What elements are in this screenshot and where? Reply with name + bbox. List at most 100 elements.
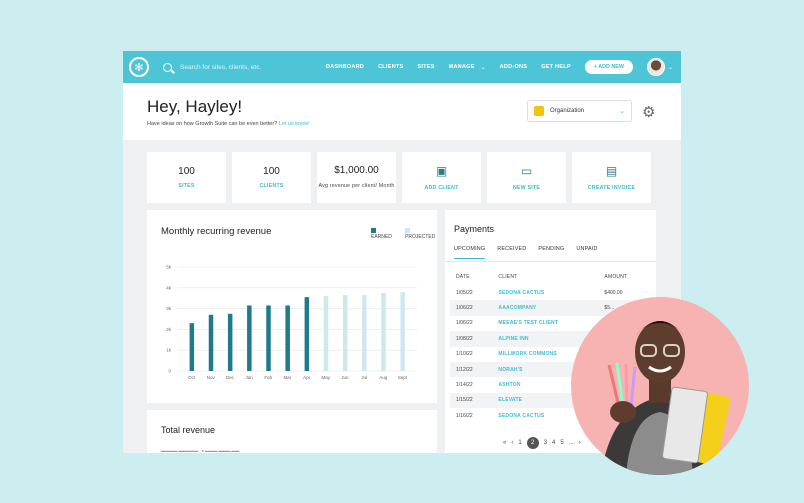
bar-earned[interactable]: [227, 313, 233, 371]
page-2-current[interactable]: 2: [526, 437, 539, 449]
total-revenue-panel: Total revenue ▬▬▬▬ ▬▬▬▬▬ ● ▬▬▬ ▬▬▬ ▬▬: [147, 410, 437, 453]
cell-date: 1/16/22: [456, 412, 473, 419]
gear-icon[interactable]: ⚙: [642, 103, 655, 121]
sites-label: SITES: [178, 183, 195, 189]
add-client-label: ADD CLIENT: [424, 185, 459, 191]
cell-client[interactable]: SEDONA CACTUS: [492, 285, 598, 300]
cell-date: 1/06/22: [456, 320, 473, 327]
bar-earned[interactable]: [247, 305, 252, 371]
main-nav: DASHBOARD CLIENTS SITES MANAGE ⌄ ADD-ONS …: [326, 60, 633, 74]
nav-dashboard[interactable]: DASHBOARD: [326, 64, 364, 70]
page-header: Hey, Hayley! Have ideas on how Growth Su…: [123, 83, 681, 140]
avatar[interactable]: [646, 58, 665, 76]
chevron-down-icon: ⌄: [480, 64, 486, 71]
browser-window-icon: ▭: [520, 164, 533, 178]
total-revenue-summary: ▬▬▬▬ ▬▬▬▬▬ ● ▬▬▬ ▬▬▬ ▬▬: [161, 448, 240, 453]
x-tick-label: Nov: [207, 375, 216, 380]
clients-card[interactable]: 100 CLIENTS: [232, 152, 311, 203]
nav-manage[interactable]: MANAGE ⌄: [449, 64, 486, 71]
search-input[interactable]: [180, 63, 310, 71]
page-5[interactable]: 5: [560, 440, 563, 446]
bar-projected[interactable]: [323, 296, 329, 371]
sites-count: 100: [178, 166, 195, 177]
x-tick-label: Jan: [245, 375, 253, 380]
revenue-panel: Monthly recurring revenue EARNED PROJECT…: [147, 210, 437, 403]
bar-earned[interactable]: [266, 305, 271, 371]
bar-earned[interactable]: [285, 305, 290, 371]
summary-cards: 100 SITES 100 CLIENTS $1,000.00 Avg reve…: [147, 152, 651, 203]
cell-date: 1/10/22: [456, 351, 473, 358]
y-tick-label: 0: [168, 369, 171, 374]
cell-date: 1/05/22: [456, 289, 473, 296]
y-tick-label: 2k: [166, 327, 172, 332]
x-tick-label: Jul: [361, 375, 367, 380]
person-illustration: [601, 321, 731, 475]
tab-received[interactable]: RECEIVED: [497, 246, 526, 259]
feedback-link[interactable]: Let us know!: [279, 121, 310, 127]
search-bar: [163, 62, 313, 72]
table-row[interactable]: 1/05/22 SEDONA CACTUS $400.00: [450, 285, 650, 300]
x-tick-label: Oct: [188, 375, 196, 380]
organization-label: Organization: [550, 108, 585, 114]
cell-date: 1/14/22: [456, 382, 473, 389]
sites-card[interactable]: 100 SITES: [147, 152, 226, 203]
prev-page-button[interactable]: ‹: [511, 440, 513, 446]
bar-projected[interactable]: [381, 293, 386, 371]
y-tick-label: 1k: [166, 348, 172, 353]
cell-date: 1/15/22: [450, 392, 493, 409]
nav-manage-label: MANAGE: [448, 64, 475, 70]
page-ellipsis: ...: [568, 440, 574, 446]
total-revenue-title: Total revenue: [161, 425, 216, 435]
payment-tabs: UPCOMING RECEIVED PENDING UNPAID: [454, 246, 598, 259]
tab-divider: [445, 261, 656, 262]
tab-pending[interactable]: PENDING: [538, 246, 564, 259]
cell-client[interactable]: MEEAE'S TEST CLIENT: [492, 316, 598, 331]
organization-select[interactable]: Organization ⌄: [527, 100, 632, 122]
x-tick-label: Jun: [341, 375, 349, 380]
tab-unpaid[interactable]: UNPAID: [576, 246, 597, 259]
contact-card-icon: ▣: [435, 164, 448, 178]
payments-title: Payments: [454, 224, 495, 234]
add-new-button[interactable]: + ADD NEW: [584, 60, 633, 74]
organization-icon: [534, 106, 544, 116]
nav-add-ons[interactable]: ADD-ONS: [500, 64, 528, 70]
x-tick-label: Dec: [226, 375, 235, 380]
nav-clients[interactable]: CLIENTS: [378, 64, 403, 70]
avg-revenue-label: Avg revenue per client/ Month: [318, 183, 395, 189]
add-client-button[interactable]: ▣ ADD CLIENT: [402, 152, 481, 203]
bar-earned[interactable]: [189, 323, 195, 371]
clients-label: CLIENTS: [259, 183, 284, 189]
page-3[interactable]: 3: [544, 440, 547, 446]
person-photo: [571, 297, 749, 475]
bar-projected[interactable]: [342, 295, 348, 371]
new-site-button[interactable]: ▭ NEW SITE: [487, 152, 566, 203]
invoice-icon: ▤: [605, 164, 618, 178]
bar-projected[interactable]: [400, 291, 405, 371]
logo-icon[interactable]: ✻: [129, 57, 149, 77]
chevron-down-icon[interactable]: ⌄: [668, 64, 673, 71]
x-tick-label: Apr: [303, 375, 311, 380]
y-tick-label: 4k: [166, 285, 172, 290]
first-page-button[interactable]: «: [503, 440, 506, 446]
tab-upcoming[interactable]: UPCOMING: [454, 246, 486, 259]
x-tick-label: May: [321, 375, 330, 380]
bar-projected[interactable]: [362, 295, 367, 371]
nav-get-help[interactable]: GET HELP: [541, 64, 571, 70]
page-1[interactable]: 1: [518, 440, 521, 446]
search-icon[interactable]: [163, 62, 172, 72]
bar-earned[interactable]: [304, 297, 310, 371]
col-amount: AMOUNT: [604, 274, 628, 280]
top-nav-bar: ✻ DASHBOARD CLIENTS SITES MANAGE ⌄ ADD-ON…: [123, 51, 681, 83]
feedback-text: Have ideas on how Growth Suite can be ev…: [147, 121, 278, 127]
col-client: CLIENT: [498, 274, 518, 280]
cell-date: 1/12/22: [450, 361, 493, 378]
page-4[interactable]: 4: [552, 440, 555, 446]
next-page-button[interactable]: ›: [579, 440, 581, 446]
cell-client[interactable]: AAACOMPANY: [492, 300, 599, 316]
avg-revenue-card: $1,000.00 Avg revenue per client/ Month: [317, 152, 396, 203]
nav-sites[interactable]: SITES: [417, 64, 434, 70]
x-tick-label: Aug: [379, 375, 388, 380]
create-invoice-button[interactable]: ▤ CREATE INVOICE: [572, 152, 651, 203]
feedback-prompt: Have ideas on how Growth Suite can be ev…: [147, 121, 310, 127]
bar-earned[interactable]: [208, 314, 214, 371]
